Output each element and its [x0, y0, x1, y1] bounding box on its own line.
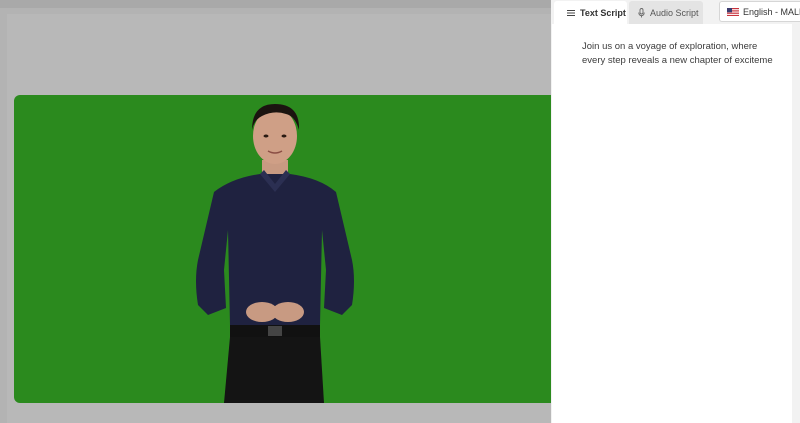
script-text[interactable]: Join us on a voyage of exploration, wher… [582, 40, 782, 68]
tab-text-script-label: Text Script [580, 7, 626, 18]
avatar-preview-frame[interactable] [14, 95, 551, 403]
tab-audio-script-label: Audio Script [650, 7, 699, 18]
voice-language-value: English - MALE [743, 6, 800, 17]
list-icon [567, 9, 575, 16]
us-flag-icon [727, 7, 739, 16]
tab-audio-script[interactable]: Audio Script [629, 1, 703, 24]
microphone-icon [638, 7, 645, 17]
presenter-avatar [196, 104, 354, 403]
top-toolbar-strip [0, 0, 551, 8]
script-panel: Text Script Audio Script English - MALE … [551, 0, 800, 423]
tab-text-script[interactable]: Text Script [554, 1, 627, 24]
script-editor[interactable]: Join us on a voyage of exploration, wher… [552, 24, 792, 423]
voice-language-select[interactable]: English - MALE [719, 1, 800, 22]
panel-scrollbar[interactable] [793, 24, 800, 423]
